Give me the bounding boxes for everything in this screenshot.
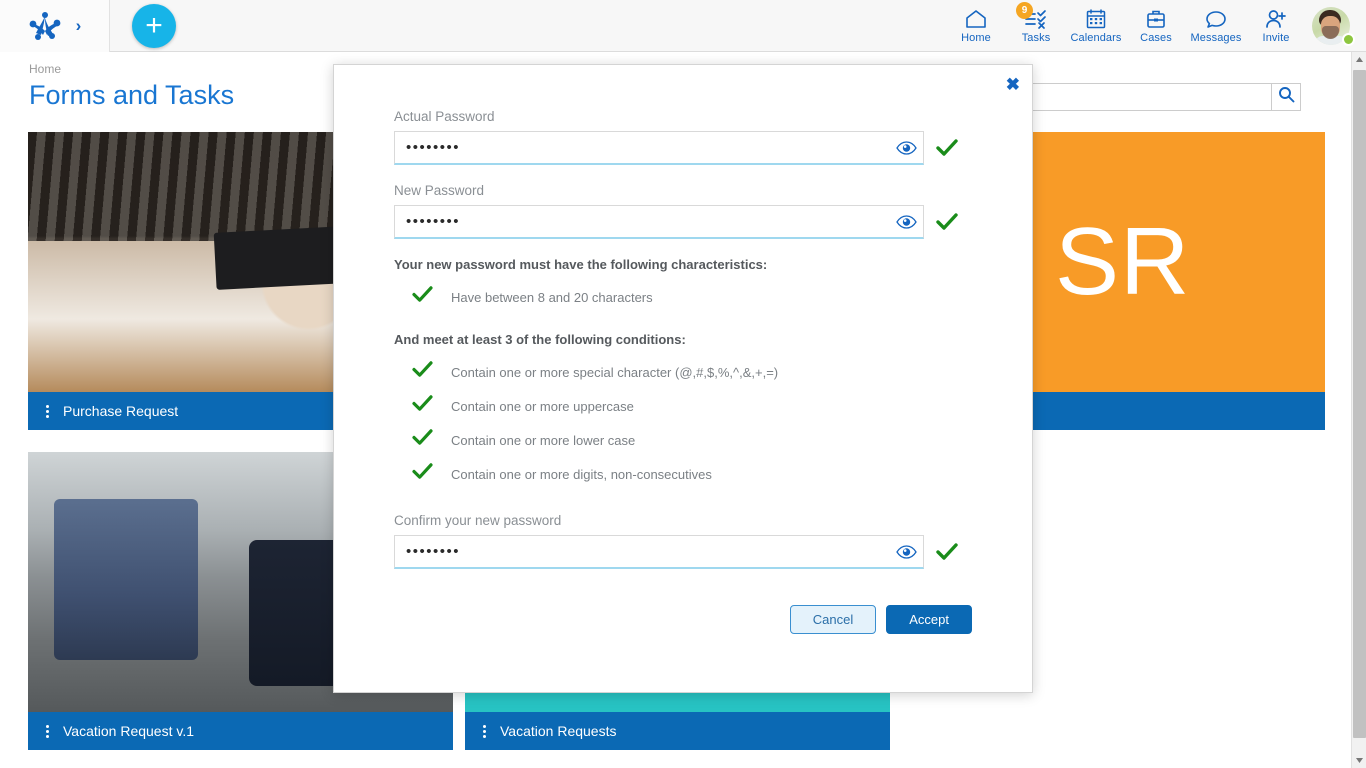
condition-text: Contain one or more special character (@… [451, 365, 778, 380]
create-zone: + [110, 4, 198, 48]
confirm-password-row: •••••••• [394, 535, 972, 569]
cancel-button[interactable]: Cancel [790, 605, 876, 634]
user-plus-icon [1264, 8, 1288, 30]
app-logo-icon[interactable] [28, 11, 62, 41]
actual-password-value: •••••••• [395, 131, 889, 165]
nav-label-invite: Invite [1263, 32, 1290, 44]
condition-text: Contain one or more uppercase [451, 399, 634, 414]
condition-item: Contain one or more digits, non-consecut… [394, 457, 972, 491]
new-password-group: New Password •••••••• [394, 183, 972, 239]
actual-password-valid-icon [924, 139, 970, 157]
card-menu-icon[interactable] [46, 725, 49, 738]
condition-item: Contain one or more lower case [394, 423, 972, 457]
condition-text: Contain one or more lower case [451, 433, 635, 448]
nav-label-tasks: Tasks [1022, 32, 1051, 44]
requirements-title: Your new password must have the followin… [394, 257, 972, 272]
nav-item-cases[interactable]: Cases [1126, 0, 1186, 52]
card-label: Vacation Requests [500, 723, 616, 739]
requirement-text: Have between 8 and 20 characters [451, 290, 653, 305]
actual-password-label: Actual Password [394, 109, 972, 124]
tasks-badge: 9 [1016, 2, 1033, 19]
close-icon[interactable]: ✖ [1006, 76, 1020, 93]
nav-item-calendars[interactable]: Calendars [1066, 0, 1126, 52]
conditions-title: And meet at least 3 of the following con… [394, 332, 972, 347]
condition-item: Contain one or more special character (@… [394, 355, 972, 389]
sidebar-expand-icon[interactable]: › [76, 17, 82, 34]
calendar-icon [1084, 8, 1108, 30]
check-icon [412, 463, 433, 485]
eye-icon[interactable] [889, 141, 923, 155]
condition-item: Contain one or more uppercase [394, 389, 972, 423]
check-icon [412, 361, 433, 383]
eye-icon[interactable] [889, 215, 923, 229]
status-online-indicator [1342, 33, 1355, 46]
condition-text: Contain one or more digits, non-consecut… [451, 467, 712, 482]
actual-password-group: Actual Password •••••••• [394, 109, 972, 165]
scroll-up-icon[interactable] [1352, 52, 1366, 67]
card-title-bar: Vacation Request v.1 [28, 712, 453, 750]
top-nav-items: Home 9 Tasks [946, 0, 1366, 52]
check-icon [412, 429, 433, 451]
scroll-down-icon[interactable] [1352, 753, 1366, 768]
home-icon [964, 8, 988, 30]
nav-item-invite[interactable]: Invite [1246, 0, 1306, 52]
user-avatar[interactable] [1306, 0, 1356, 52]
confirm-password-valid-icon [924, 543, 970, 561]
accept-button[interactable]: Accept [886, 605, 972, 634]
confirm-password-input[interactable]: •••••••• [394, 535, 924, 569]
confirm-password-value: •••••••• [395, 535, 889, 569]
nav-label-calendars: Calendars [1070, 32, 1121, 44]
application-window: › + Home 9 [0, 0, 1366, 768]
modal-actions: Cancel Accept [334, 587, 1032, 634]
actual-password-row: •••••••• [394, 131, 972, 165]
new-password-input[interactable]: •••••••• [394, 205, 924, 239]
card-menu-icon[interactable] [46, 405, 49, 418]
eye-icon[interactable] [889, 545, 923, 559]
nav-label-messages: Messages [1191, 32, 1242, 44]
actual-password-input[interactable]: •••••••• [394, 131, 924, 165]
new-password-row: •••••••• [394, 205, 972, 239]
nav-item-tasks[interactable]: 9 Tasks [1006, 0, 1066, 52]
nav-item-messages[interactable]: Messages [1186, 0, 1246, 52]
scrollbar-thumb[interactable] [1353, 70, 1366, 738]
nav-item-home[interactable]: Home [946, 0, 1006, 52]
vertical-scrollbar[interactable] [1351, 52, 1366, 768]
create-new-button[interactable]: + [132, 4, 176, 48]
new-password-valid-icon [924, 213, 970, 231]
confirm-password-group: Confirm your new password •••••••• [394, 513, 972, 569]
chat-icon [1204, 8, 1228, 30]
confirm-password-label: Confirm your new password [394, 513, 972, 528]
nav-label-home: Home [961, 32, 991, 44]
new-password-value: •••••••• [395, 205, 889, 239]
card-label: Purchase Request [63, 403, 178, 419]
change-password-modal: ✖ Actual Password •••••••• [333, 64, 1033, 693]
check-icon [412, 395, 433, 417]
new-password-label: New Password [394, 183, 972, 198]
check-icon [412, 286, 433, 308]
top-navigation-bar: › + Home 9 [0, 0, 1366, 52]
card-menu-icon[interactable] [483, 725, 486, 738]
modal-body: Actual Password •••••••• [334, 65, 1032, 569]
briefcase-icon [1144, 8, 1168, 30]
card-title-bar: Vacation Requests [465, 712, 890, 750]
logo-zone: › [0, 0, 110, 52]
nav-label-cases: Cases [1140, 32, 1172, 44]
requirement-item: Have between 8 and 20 characters [394, 280, 972, 314]
card-label: Vacation Request v.1 [63, 723, 194, 739]
